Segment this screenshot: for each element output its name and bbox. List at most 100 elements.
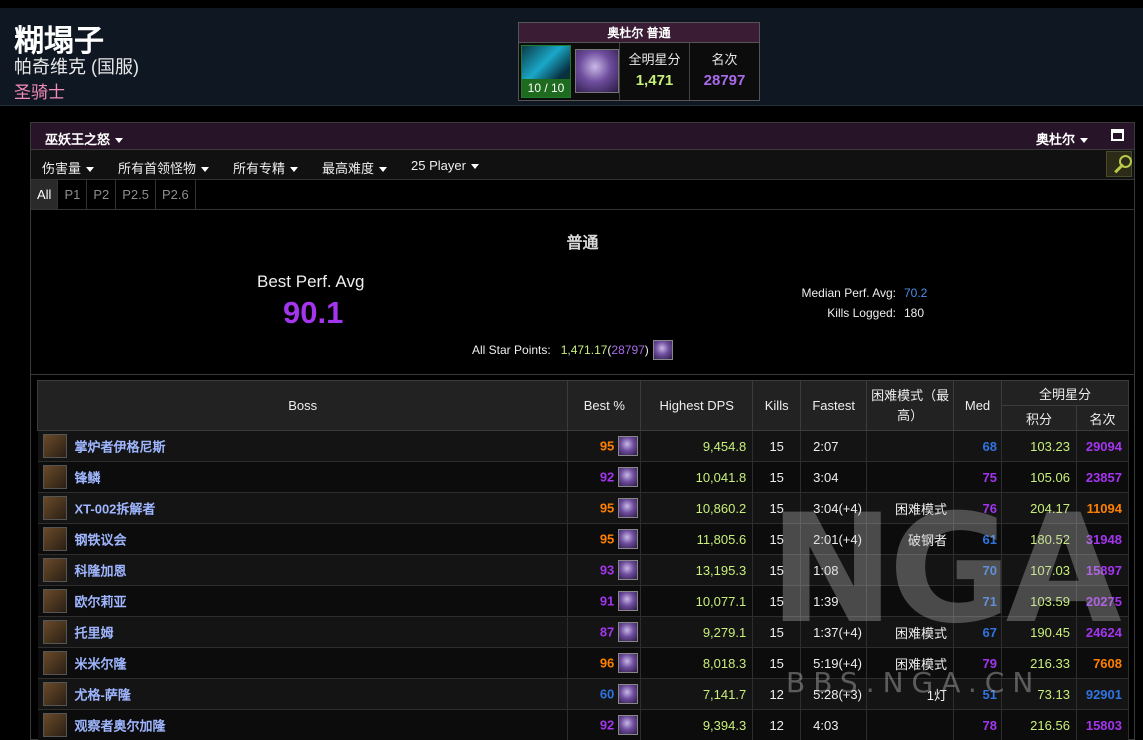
- fastest: 2:07: [800, 430, 868, 462]
- star-rank: 15897: [1076, 554, 1130, 586]
- median-perf-label: Median Perf. Avg:: [801, 286, 897, 300]
- zone-rank: 名次 28797: [689, 43, 759, 100]
- table-row[interactable]: 钢铁议会 95 11,805.6 15 2:01(+4) 破钢者 61 180.…: [37, 523, 1130, 555]
- star-rank: 23857: [1076, 461, 1130, 493]
- boss-dropdown[interactable]: 所有首领怪物: [118, 158, 210, 177]
- boss-name[interactable]: 托里姆: [75, 626, 114, 641]
- tab-all[interactable]: All: [31, 180, 59, 209]
- table-row[interactable]: 观察者奥尔加隆 92 9,394.3 12 4:03 78 216.56 158…: [37, 709, 1130, 740]
- chevron-down-icon: [86, 167, 95, 173]
- performance-summary: 普通 Best Perf. Avg 90.1 Median Perf. Avg:…: [31, 210, 1134, 375]
- median-percent: 79: [953, 647, 1002, 679]
- hard-mode: [866, 709, 955, 740]
- hard-mode: [866, 554, 955, 586]
- partition-tabs: All P1 P2 P2.5 P2.6: [31, 180, 1134, 210]
- median-percent: 70: [953, 554, 1002, 586]
- tab-p2-5[interactable]: P2.5: [116, 180, 157, 209]
- all-star-value: 1,471.17: [560, 343, 608, 357]
- size-dropdown[interactable]: 25 Player: [411, 158, 479, 173]
- col-rank[interactable]: 名次: [1075, 405, 1130, 431]
- highest-dps: 10,077.1: [640, 585, 754, 617]
- col-fastest[interactable]: Fastest: [800, 380, 868, 431]
- star-score: 190.45: [1001, 616, 1077, 648]
- summary-difficulty: 普通: [566, 235, 599, 252]
- col-all-stars: 全明星分: [1000, 380, 1130, 406]
- boss-name[interactable]: XT-002拆解者: [75, 502, 156, 517]
- star-rank: 20275: [1076, 585, 1130, 617]
- col-dps[interactable]: Highest DPS: [640, 380, 754, 431]
- fastest: 5:19(+4): [800, 647, 868, 679]
- table-row[interactable]: 科隆加恩 93 13,195.3 15 1:08 70 107.03 15897: [37, 554, 1130, 586]
- boss-name[interactable]: 科隆加恩: [75, 564, 127, 579]
- boss-icon: [42, 682, 67, 706]
- chevron-down-icon: [379, 167, 388, 173]
- maximize-icon[interactable]: [1111, 129, 1124, 141]
- zone-rank-value: 28797: [703, 72, 746, 89]
- chevron-down-icon: [470, 164, 479, 170]
- boss-name[interactable]: 观察者奥尔加隆: [75, 719, 166, 734]
- kills-logged-value: 180: [904, 306, 925, 320]
- col-median[interactable]: Med: [953, 380, 1002, 431]
- table-row[interactable]: XT-002拆解者 95 10,860.2 15 3:04(+4) 困难模式 7…: [37, 492, 1130, 524]
- fastest: 1:37(+4): [800, 616, 868, 648]
- star-score: 180.52: [1001, 523, 1077, 555]
- kills: 15: [752, 554, 802, 586]
- tab-p2-6[interactable]: P2.6: [156, 180, 196, 209]
- table-row[interactable]: 掌炉者伊格尼斯 95 9,454.8 15 2:07 68 103.23 290…: [37, 430, 1130, 462]
- boss-name[interactable]: 钢铁议会: [75, 533, 127, 548]
- hard-mode: 破钢者: [866, 523, 955, 555]
- character-server: 帕奇维克 (国服): [14, 57, 139, 77]
- boss-name[interactable]: 掌炉者伊格尼斯: [75, 440, 166, 455]
- star-rank: 11094: [1076, 492, 1130, 524]
- tab-p2[interactable]: P2: [87, 180, 117, 209]
- filter-bar: 伤害量 所有首领怪物 所有专精 最高难度 25 Player: [31, 150, 1134, 180]
- zone-star-points: 全明星分 1,471: [619, 43, 689, 100]
- table-row[interactable]: 托里姆 87 9,279.1 15 1:37(+4) 困难模式 67 190.4…: [37, 616, 1130, 648]
- kills: 15: [752, 523, 802, 555]
- retribution-spec-icon: [652, 340, 673, 360]
- col-score[interactable]: 积分: [1000, 405, 1077, 431]
- retribution-spec-icon: [618, 560, 639, 580]
- boss-icon: [42, 465, 67, 489]
- hard-mode: [866, 461, 955, 493]
- boss-icon: [42, 434, 67, 458]
- best-percent: 87: [599, 624, 615, 640]
- retribution-spec-icon: [618, 498, 639, 518]
- retribution-spec-icon: [618, 467, 639, 487]
- boss-icon: [42, 713, 67, 737]
- col-kills[interactable]: Kills: [752, 380, 802, 431]
- tab-p1[interactable]: P1: [58, 180, 88, 209]
- expansion-dropdown[interactable]: 巫妖王之怒: [45, 129, 124, 148]
- median-percent: 68: [953, 430, 1002, 462]
- table-row[interactable]: 尤格-萨隆 60 7,141.7 12 5:28(+3) 1灯 51 73.13…: [37, 678, 1130, 710]
- spec-dropdown[interactable]: 所有专精: [233, 158, 299, 177]
- boss-name[interactable]: 尤格-萨隆: [75, 688, 131, 703]
- col-best[interactable]: Best %: [567, 380, 642, 431]
- boss-name[interactable]: 米米尔隆: [75, 657, 127, 672]
- character-class[interactable]: 圣骑士: [14, 78, 65, 103]
- metric-dropdown[interactable]: 伤害量: [42, 158, 95, 177]
- col-hard-mode[interactable]: 困难模式（最高）: [866, 380, 955, 431]
- zone-progress: 10 / 10: [522, 79, 570, 97]
- boss-rankings-table: Boss Best % Highest DPS Kills Fastest 困难…: [36, 380, 1130, 740]
- boss-name[interactable]: 欧尔莉亚: [75, 595, 127, 610]
- median-percent: 61: [953, 523, 1002, 555]
- median-percent: 67: [953, 616, 1002, 648]
- difficulty-dropdown[interactable]: 最高难度: [322, 158, 388, 177]
- boss-icon: [42, 589, 67, 613]
- col-boss[interactable]: Boss: [36, 380, 569, 431]
- zone-bar: 巫妖王之怒 奥杜尔: [31, 123, 1134, 150]
- fastest: 4:03: [800, 709, 868, 740]
- boss-name[interactable]: 锋鳞: [75, 471, 101, 486]
- boss-icon: [42, 527, 67, 551]
- table-row[interactable]: 欧尔莉亚 91 10,077.1 15 1:39 71 103.59 20275: [37, 585, 1130, 617]
- table-row[interactable]: 米米尔隆 96 8,018.3 15 5:19(+4) 困难模式 79 216.…: [37, 647, 1130, 679]
- best-perf-label: Best Perf. Avg: [257, 272, 365, 291]
- key-icon[interactable]: [1106, 151, 1132, 177]
- hard-mode: [866, 585, 955, 617]
- table-row[interactable]: 锋鳞 92 10,041.8 15 3:04 75 105.06 23857: [37, 461, 1130, 493]
- zone-summary-card[interactable]: 奥杜尔 普通 10 / 10 全明星分 1,471 名次 28797: [518, 22, 760, 101]
- raid-dropdown[interactable]: 奥杜尔: [1036, 129, 1088, 148]
- all-star-rank: 28797: [611, 343, 645, 357]
- retribution-spec-icon: [618, 653, 639, 673]
